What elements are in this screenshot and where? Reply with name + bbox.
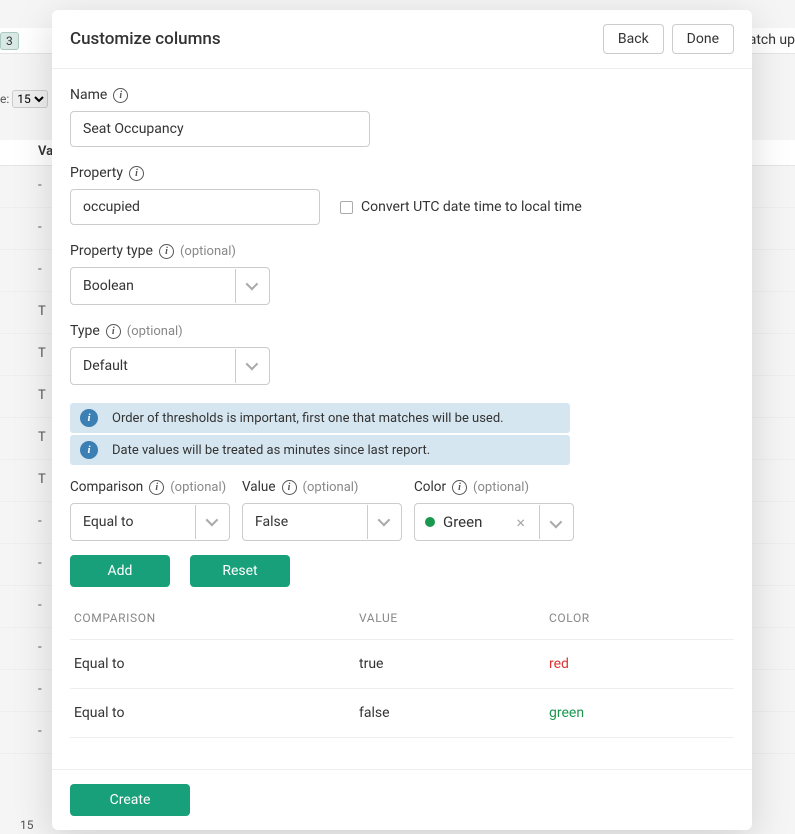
property-field: Property i Convert UTC date time to loca… [70, 165, 734, 225]
chevron-down-icon [367, 505, 397, 539]
convert-utc-label: Convert UTC date time to local time [361, 199, 582, 215]
name-label: Name [70, 87, 107, 103]
info-icon[interactable]: i [129, 166, 144, 181]
bg-cell: - [38, 724, 42, 739]
modal-body: Name i Property i Convert UTC date time … [52, 69, 752, 769]
info-icon[interactable]: i [149, 480, 164, 495]
value-select[interactable]: False [242, 503, 402, 541]
info-icon[interactable]: i [106, 324, 121, 339]
th-comparison: COMPARISON [74, 611, 359, 625]
bg-pagesize-label: e: [0, 92, 9, 106]
alerts: i Order of thresholds is important, firs… [70, 403, 570, 465]
color-label: Color [414, 479, 446, 495]
bg-pagesize-select[interactable]: 15 [12, 90, 48, 108]
table-row[interactable]: Equal totruered [70, 640, 734, 689]
customize-columns-modal: Customize columns Back Done Name i Prope… [52, 10, 752, 830]
modal-footer: Create [52, 769, 752, 830]
info-icon: i [80, 409, 98, 427]
comparison-value: Equal to [83, 514, 195, 530]
threshold-inputs: Comparison i (optional) Equal to Value i… [70, 479, 734, 541]
bg-cell: - [38, 262, 42, 277]
bg-cell: T [38, 430, 46, 445]
optional-hint: (optional) [180, 244, 236, 259]
bg-column-header: Va [38, 144, 53, 159]
chevron-down-icon [195, 505, 225, 539]
optional-hint: (optional) [170, 480, 226, 495]
bg-cell: T [38, 388, 46, 403]
add-button[interactable]: Add [70, 555, 170, 587]
th-value: VALUE [359, 611, 549, 625]
cell-value: false [359, 705, 549, 721]
type-select[interactable]: Default [70, 347, 270, 385]
thresholds-table: COMPARISON VALUE COLOR Equal totrueredEq… [70, 605, 734, 738]
th-color: COLOR [549, 611, 734, 625]
modal-header: Customize columns Back Done [52, 10, 752, 69]
chevron-down-icon [235, 269, 265, 303]
comparison-label: Comparison [70, 479, 143, 495]
bg-cell: T [38, 346, 46, 361]
property-type-field: Property type i (optional) Boolean [70, 243, 734, 305]
property-input[interactable] [70, 189, 320, 225]
cell-value: true [359, 656, 549, 672]
bg-cell: - [38, 682, 42, 697]
color-value: Green [443, 513, 502, 531]
bg-badge: 3 [0, 32, 19, 50]
table-header: COMPARISON VALUE COLOR [70, 605, 734, 640]
bg-cell: - [38, 640, 42, 655]
type-field: Type i (optional) Default [70, 323, 734, 385]
name-field: Name i [70, 87, 734, 147]
info-icon[interactable]: i [113, 88, 128, 103]
alert-text: Order of thresholds is important, first … [112, 411, 504, 426]
modal-title: Customize columns [70, 29, 221, 49]
type-value: Default [83, 358, 235, 374]
name-input[interactable] [70, 111, 370, 147]
bg-cell: - [38, 220, 42, 235]
bg-catchup-text: atch up [749, 32, 795, 48]
alert-text: Date values will be treated as minutes s… [112, 443, 430, 458]
bg-pagesize: e: 15 [0, 90, 48, 108]
optional-hint: (optional) [473, 480, 529, 495]
back-button[interactable]: Back [603, 24, 664, 54]
property-type-label: Property type [70, 243, 153, 259]
info-icon[interactable]: i [159, 244, 174, 259]
bg-bottom-text: 15 [20, 818, 34, 832]
alert-threshold-order: i Order of thresholds is important, firs… [70, 403, 570, 433]
cell-color: green [549, 705, 734, 721]
bg-cell: - [38, 598, 42, 613]
cell-comparison: Equal to [74, 656, 359, 672]
bg-cell: - [38, 514, 42, 529]
table-row[interactable]: Equal tofalsegreen [70, 689, 734, 738]
bg-cell: T [38, 304, 46, 319]
create-button[interactable]: Create [70, 784, 190, 816]
chevron-down-icon [235, 349, 265, 383]
color-select[interactable]: Green × [414, 503, 574, 541]
property-label: Property [70, 165, 123, 181]
cell-comparison: Equal to [74, 705, 359, 721]
optional-hint: (optional) [127, 324, 183, 339]
property-type-value: Boolean [83, 278, 235, 294]
comparison-select[interactable]: Equal to [70, 503, 230, 541]
type-label: Type [70, 323, 100, 339]
chevron-down-icon [539, 505, 569, 539]
optional-hint: (optional) [303, 480, 359, 495]
info-icon: i [80, 441, 98, 459]
color-swatch [425, 517, 435, 527]
clear-icon[interactable]: × [510, 513, 531, 532]
done-button[interactable]: Done [672, 24, 734, 54]
value-label: Value [242, 479, 276, 495]
bg-cell: - [38, 556, 42, 571]
checkbox-icon [340, 201, 353, 214]
convert-utc-checkbox[interactable]: Convert UTC date time to local time [340, 199, 582, 215]
alert-date-values: i Date values will be treated as minutes… [70, 435, 570, 465]
bg-cell: - [38, 178, 42, 193]
info-icon[interactable]: i [452, 480, 467, 495]
cell-color: red [549, 656, 734, 672]
reset-button[interactable]: Reset [190, 555, 290, 587]
property-type-select[interactable]: Boolean [70, 267, 270, 305]
value-value: False [255, 514, 367, 530]
bg-cell: T [38, 472, 46, 487]
info-icon[interactable]: i [282, 480, 297, 495]
